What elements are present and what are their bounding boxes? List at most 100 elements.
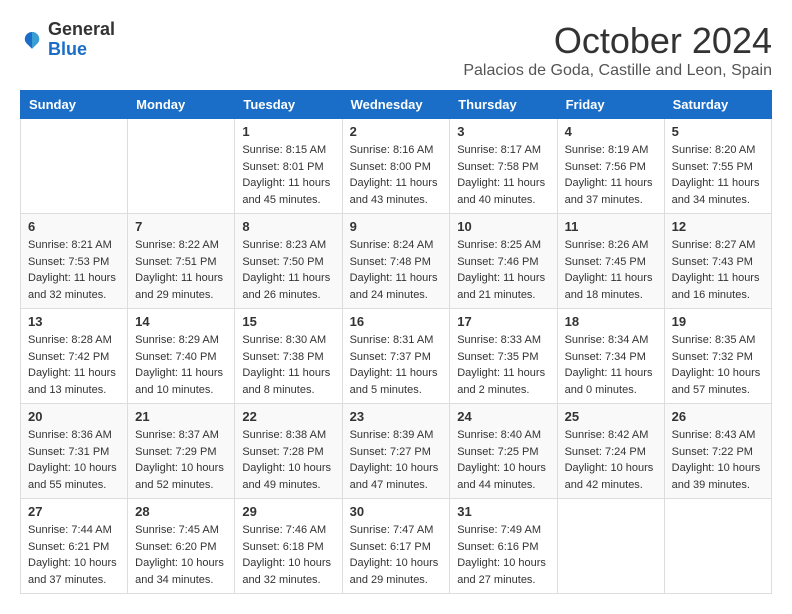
sunrise-label: Sunrise: 8:22 AM <box>135 239 219 251</box>
sunrise-label: Sunrise: 8:34 AM <box>565 334 649 346</box>
day-number: 31 <box>457 504 549 519</box>
daylight-label: Daylight: 10 hours and 47 minutes. <box>350 462 439 491</box>
day-info: Sunrise: 8:24 AM Sunset: 7:48 PM Dayligh… <box>350 237 443 303</box>
day-number: 9 <box>350 219 443 234</box>
daylight-label: Daylight: 10 hours and 57 minutes. <box>672 367 761 396</box>
sunset-label: Sunset: 8:00 PM <box>350 161 431 173</box>
day-info: Sunrise: 8:40 AM Sunset: 7:25 PM Dayligh… <box>457 427 549 493</box>
day-number: 11 <box>565 219 657 234</box>
calendar-cell <box>128 119 235 214</box>
sunset-label: Sunset: 7:38 PM <box>242 351 323 363</box>
day-info: Sunrise: 8:19 AM Sunset: 7:56 PM Dayligh… <box>565 142 657 208</box>
sunset-label: Sunset: 8:01 PM <box>242 161 323 173</box>
calendar-cell: 22 Sunrise: 8:38 AM Sunset: 7:28 PM Dayl… <box>235 404 342 499</box>
sunrise-label: Sunrise: 8:42 AM <box>565 429 649 441</box>
day-info: Sunrise: 8:21 AM Sunset: 7:53 PM Dayligh… <box>28 237 120 303</box>
logo-icon <box>20 28 44 52</box>
day-number: 21 <box>135 409 227 424</box>
daylight-label: Daylight: 11 hours and 13 minutes. <box>28 367 116 396</box>
day-info: Sunrise: 8:26 AM Sunset: 7:45 PM Dayligh… <box>565 237 657 303</box>
weekday-header: Tuesday <box>235 91 342 119</box>
sunset-label: Sunset: 7:56 PM <box>565 161 646 173</box>
calendar-cell: 21 Sunrise: 8:37 AM Sunset: 7:29 PM Dayl… <box>128 404 235 499</box>
daylight-label: Daylight: 10 hours and 29 minutes. <box>350 557 439 586</box>
daylight-label: Daylight: 11 hours and 2 minutes. <box>457 367 545 396</box>
daylight-label: Daylight: 11 hours and 45 minutes. <box>242 177 330 206</box>
sunset-label: Sunset: 7:43 PM <box>672 256 753 268</box>
day-number: 20 <box>28 409 120 424</box>
calendar-cell: 8 Sunrise: 8:23 AM Sunset: 7:50 PM Dayli… <box>235 214 342 309</box>
calendar-cell: 28 Sunrise: 7:45 AM Sunset: 6:20 PM Dayl… <box>128 499 235 594</box>
day-number: 4 <box>565 124 657 139</box>
sunrise-label: Sunrise: 7:46 AM <box>242 524 326 536</box>
calendar-cell: 1 Sunrise: 8:15 AM Sunset: 8:01 PM Dayli… <box>235 119 342 214</box>
title-section: October 2024 Palacios de Goda, Castille … <box>463 20 772 80</box>
day-number: 6 <box>28 219 120 234</box>
daylight-label: Daylight: 10 hours and 44 minutes. <box>457 462 546 491</box>
day-info: Sunrise: 8:37 AM Sunset: 7:29 PM Dayligh… <box>135 427 227 493</box>
day-info: Sunrise: 7:49 AM Sunset: 6:16 PM Dayligh… <box>457 522 549 588</box>
day-number: 12 <box>672 219 764 234</box>
sunrise-label: Sunrise: 8:40 AM <box>457 429 541 441</box>
sunrise-label: Sunrise: 8:25 AM <box>457 239 541 251</box>
weekday-header-row: SundayMondayTuesdayWednesdayThursdayFrid… <box>21 91 772 119</box>
logo-blue: Blue <box>48 39 87 59</box>
daylight-label: Daylight: 11 hours and 40 minutes. <box>457 177 545 206</box>
calendar-cell: 19 Sunrise: 8:35 AM Sunset: 7:32 PM Dayl… <box>664 309 771 404</box>
daylight-label: Daylight: 11 hours and 16 minutes. <box>672 272 760 301</box>
day-number: 29 <box>242 504 334 519</box>
sunrise-label: Sunrise: 8:23 AM <box>242 239 326 251</box>
sunrise-label: Sunrise: 8:38 AM <box>242 429 326 441</box>
sunset-label: Sunset: 7:55 PM <box>672 161 753 173</box>
sunrise-label: Sunrise: 7:47 AM <box>350 524 434 536</box>
day-number: 16 <box>350 314 443 329</box>
daylight-label: Daylight: 11 hours and 21 minutes. <box>457 272 545 301</box>
calendar-cell <box>21 119 128 214</box>
day-info: Sunrise: 8:34 AM Sunset: 7:34 PM Dayligh… <box>565 332 657 398</box>
calendar-cell: 2 Sunrise: 8:16 AM Sunset: 8:00 PM Dayli… <box>342 119 450 214</box>
daylight-label: Daylight: 11 hours and 10 minutes. <box>135 367 223 396</box>
sunrise-label: Sunrise: 8:16 AM <box>350 144 434 156</box>
sunset-label: Sunset: 7:28 PM <box>242 446 323 458</box>
daylight-label: Daylight: 11 hours and 8 minutes. <box>242 367 330 396</box>
calendar-cell: 26 Sunrise: 8:43 AM Sunset: 7:22 PM Dayl… <box>664 404 771 499</box>
daylight-label: Daylight: 11 hours and 32 minutes. <box>28 272 116 301</box>
weekday-header: Sunday <box>21 91 128 119</box>
day-info: Sunrise: 8:39 AM Sunset: 7:27 PM Dayligh… <box>350 427 443 493</box>
location-title: Palacios de Goda, Castille and Leon, Spa… <box>463 62 772 80</box>
sunrise-label: Sunrise: 7:44 AM <box>28 524 112 536</box>
sunrise-label: Sunrise: 8:31 AM <box>350 334 434 346</box>
calendar-cell: 10 Sunrise: 8:25 AM Sunset: 7:46 PM Dayl… <box>450 214 557 309</box>
calendar-cell: 30 Sunrise: 7:47 AM Sunset: 6:17 PM Dayl… <box>342 499 450 594</box>
calendar-cell: 18 Sunrise: 8:34 AM Sunset: 7:34 PM Dayl… <box>557 309 664 404</box>
sunset-label: Sunset: 7:31 PM <box>28 446 109 458</box>
weekday-header: Thursday <box>450 91 557 119</box>
sunrise-label: Sunrise: 8:26 AM <box>565 239 649 251</box>
sunset-label: Sunset: 7:22 PM <box>672 446 753 458</box>
sunrise-label: Sunrise: 8:30 AM <box>242 334 326 346</box>
sunset-label: Sunset: 7:24 PM <box>565 446 646 458</box>
day-info: Sunrise: 8:31 AM Sunset: 7:37 PM Dayligh… <box>350 332 443 398</box>
sunset-label: Sunset: 7:58 PM <box>457 161 538 173</box>
day-number: 17 <box>457 314 549 329</box>
calendar-cell <box>664 499 771 594</box>
day-info: Sunrise: 7:46 AM Sunset: 6:18 PM Dayligh… <box>242 522 334 588</box>
sunset-label: Sunset: 7:27 PM <box>350 446 431 458</box>
sunrise-label: Sunrise: 8:43 AM <box>672 429 756 441</box>
sunrise-label: Sunrise: 8:15 AM <box>242 144 326 156</box>
sunset-label: Sunset: 7:50 PM <box>242 256 323 268</box>
calendar-cell: 7 Sunrise: 8:22 AM Sunset: 7:51 PM Dayli… <box>128 214 235 309</box>
daylight-label: Daylight: 11 hours and 43 minutes. <box>350 177 438 206</box>
day-info: Sunrise: 7:44 AM Sunset: 6:21 PM Dayligh… <box>28 522 120 588</box>
daylight-label: Daylight: 10 hours and 42 minutes. <box>565 462 654 491</box>
calendar-cell: 17 Sunrise: 8:33 AM Sunset: 7:35 PM Dayl… <box>450 309 557 404</box>
daylight-label: Daylight: 11 hours and 5 minutes. <box>350 367 438 396</box>
day-number: 8 <box>242 219 334 234</box>
calendar-cell: 6 Sunrise: 8:21 AM Sunset: 7:53 PM Dayli… <box>21 214 128 309</box>
calendar-week-row: 20 Sunrise: 8:36 AM Sunset: 7:31 PM Dayl… <box>21 404 772 499</box>
calendar-cell: 14 Sunrise: 8:29 AM Sunset: 7:40 PM Dayl… <box>128 309 235 404</box>
daylight-label: Daylight: 11 hours and 34 minutes. <box>672 177 760 206</box>
day-info: Sunrise: 8:35 AM Sunset: 7:32 PM Dayligh… <box>672 332 764 398</box>
day-info: Sunrise: 8:15 AM Sunset: 8:01 PM Dayligh… <box>242 142 334 208</box>
day-info: Sunrise: 7:47 AM Sunset: 6:17 PM Dayligh… <box>350 522 443 588</box>
